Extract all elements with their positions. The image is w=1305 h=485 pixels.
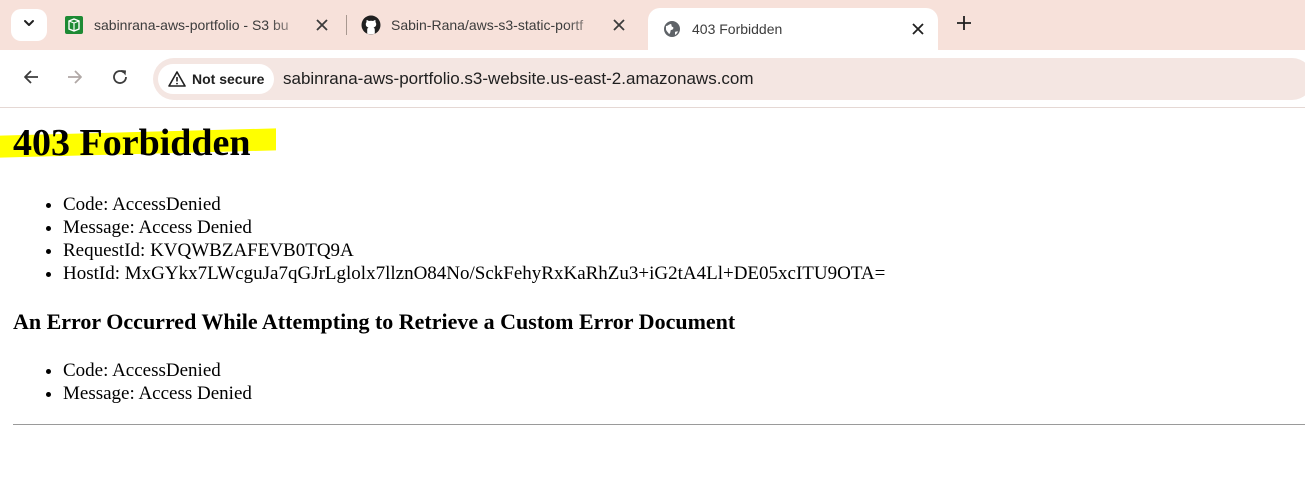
list-item: Message: Access Denied <box>63 216 885 239</box>
list-item: RequestId: KVQWBZAFEVB0TQ9A <box>63 239 885 262</box>
close-icon[interactable] <box>609 15 629 35</box>
reload-button[interactable] <box>105 64 135 94</box>
plus-icon <box>956 15 972 36</box>
tab-github[interactable]: Sabin-Rana/aws-s3-static-portf <box>347 8 639 42</box>
warning-icon <box>168 70 186 88</box>
security-label: Not secure <box>192 71 265 87</box>
page-title: 403 Forbidden <box>13 122 251 164</box>
tab-search-button[interactable] <box>11 9 47 41</box>
github-icon <box>361 15 381 35</box>
tab-title: Sabin-Rana/aws-s3-static-portf <box>391 17 584 33</box>
tab-s3-bucket[interactable]: sabinrana-aws-portfolio - S3 bu <box>50 8 342 42</box>
list-item: Code: AccessDenied <box>63 359 252 382</box>
close-icon[interactable] <box>908 19 928 39</box>
section-heading: An Error Occurred While Attempting to Re… <box>13 309 736 334</box>
list-item: Code: AccessDenied <box>63 193 885 216</box>
chevron-down-icon <box>22 16 36 35</box>
list-item: HostId: MxGYkx7LWcguJa7qGJrLglolx7llznO8… <box>63 262 885 285</box>
error-details-list: Code: AccessDenied Message: Access Denie… <box>13 193 885 285</box>
custom-error-details-list: Code: AccessDenied Message: Access Denie… <box>13 359 252 405</box>
tab-title: sabinrana-aws-portfolio - S3 bu <box>94 17 289 33</box>
site-info-button[interactable]: Not secure <box>158 64 275 94</box>
arrow-left-icon <box>22 68 40 91</box>
aws-s3-icon <box>64 15 84 35</box>
close-icon[interactable] <box>312 15 332 35</box>
tab-strip: sabinrana-aws-portfolio - S3 bu Sabin-Ra… <box>0 0 1305 50</box>
list-item: Message: Access Denied <box>63 382 252 405</box>
arrow-right-icon <box>66 68 84 91</box>
back-button[interactable] <box>16 64 46 94</box>
new-tab-button[interactable] <box>950 11 978 39</box>
tab-title: 403 Forbidden <box>692 21 783 37</box>
forward-button[interactable] <box>60 64 90 94</box>
tab-403-forbidden[interactable]: 403 Forbidden <box>648 8 938 50</box>
divider <box>13 424 1305 425</box>
globe-icon <box>662 19 682 39</box>
browser-toolbar: Not secure sabinrana-aws-portfolio.s3-we… <box>0 50 1305 108</box>
address-bar[interactable]: Not secure sabinrana-aws-portfolio.s3-we… <box>153 58 1305 100</box>
url-text[interactable]: sabinrana-aws-portfolio.s3-website.us-ea… <box>283 69 754 89</box>
reload-icon <box>111 68 129 91</box>
